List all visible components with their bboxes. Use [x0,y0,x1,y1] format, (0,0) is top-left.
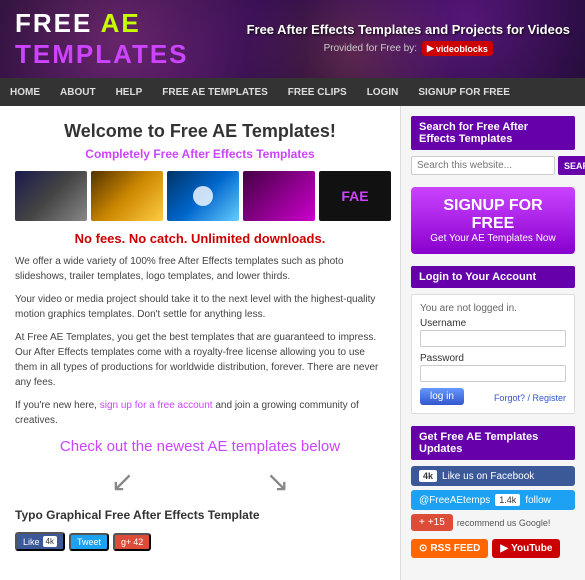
logo-free-ae: FREE AE [15,8,189,39]
register-link[interactable]: Register [532,393,566,403]
rss-button[interactable]: ⊙ RSS FEED [411,539,488,558]
gplus-plus-icon: + [419,517,425,528]
username-input[interactable] [420,330,566,347]
check-newest-link[interactable]: AE templates [208,438,297,455]
nav-free-ae-templates[interactable]: FREE AE TEMPLATES [152,78,278,106]
body-text-2: Your video or media project should take … [15,292,385,322]
nav-home[interactable]: HOME [0,78,50,106]
username-label: Username [420,318,566,329]
password-label: Password [420,353,566,364]
login-form: You are not logged in. Username Password… [411,294,575,414]
login-section: Login to Your Account You are not logged… [411,266,575,414]
gplus-count: 42 [133,537,143,547]
check-newest-suffix: below [301,438,340,455]
site-header: FREE AE TEMPLATES Free After Effects Tem… [0,0,585,78]
provided-label: Provided for Free by: [324,43,417,54]
login-section-title: Login to Your Account [411,266,575,288]
tweet-label: Tweet [77,537,101,547]
nav-free-clips[interactable]: FREE CLIPS [278,78,357,106]
check-newest-text: Check out the newest AE templates below [15,438,385,455]
signup-big-subtitle: Get Your AE Templates Now [421,233,565,244]
search-input[interactable] [411,156,555,175]
header-provided: Provided for Free by: ▶ videoblocks [247,41,570,56]
gplus-row: + +15 recommend us Google! [411,514,575,531]
forgot-link[interactable]: Forgot? [494,393,525,403]
arrow-right-icon: ↘ [266,465,289,498]
site-logo: FREE AE TEMPLATES [15,8,189,70]
body-text-4: If you're new here, sign up for a free a… [15,398,385,428]
fb-follow-text: Like us on Facebook [442,471,534,482]
updates-section-title: Get Free AE Templates Updates [411,426,575,460]
nav-signup-for-free[interactable]: SIGNUP FOR FREE [408,78,520,106]
logo-free-word: FREE [15,8,92,38]
logo-ae-word: AE [101,8,141,38]
yt-icon: ▶ [500,543,508,554]
signup-link[interactable]: sign up for a free account [100,400,213,411]
main-nav: HOME ABOUT HELP FREE AE TEMPLATES FREE C… [0,78,585,106]
free-subtitle: Completely Free After Effects Templates [15,147,385,161]
welcome-title: Welcome to Free AE Templates! [15,121,385,142]
body-text-3: At Free AE Templates, you get the best t… [15,330,385,390]
twitter-follow-button[interactable]: @FreeAEtemps 1.4k follow [411,490,575,510]
nav-login[interactable]: LOGIN [357,78,409,106]
thumbnails-row: FAE [15,171,385,221]
fb-like-button[interactable]: Like 4k [15,532,65,551]
signup-big-section: SIGNUP FOR FREE Get Your AE Templates No… [411,187,575,254]
section-title: Typo Graphical Free After Effects Templa… [15,508,385,522]
fb-like-count: 4k [43,536,57,547]
main-content-area: Welcome to Free AE Templates! Completely… [0,106,585,580]
fb-follow-count: 4k [419,470,437,482]
gplus-button[interactable]: g+ 42 [113,533,151,551]
password-input[interactable] [420,365,566,382]
search-box: SEARCH [411,156,575,175]
tw-follow-count: 1.4k [495,494,520,506]
thumbnail-3 [167,171,239,221]
header-tagline: Free After Effects Templates and Project… [247,22,570,37]
tw-handle: @FreeAEtemps [419,495,490,506]
tweet-button[interactable]: Tweet [69,533,109,551]
login-button[interactable]: log in [420,388,464,405]
thumbnail-4 [243,171,315,221]
nav-about[interactable]: ABOUT [50,78,106,106]
body-text-1: We offer a wide variety of 100% free Aft… [15,254,385,284]
header-right: Free After Effects Templates and Project… [247,22,570,56]
thumbnail-fae: FAE [319,171,391,221]
login-extra-links: Forgot? / Register [494,393,566,403]
updates-section: Get Free AE Templates Updates 4k Like us… [411,426,575,558]
tw-follow-label: follow [525,495,551,506]
check-newest-prefix: Check out the newest [60,438,204,455]
gplus-recommend-text: recommend us Google! [457,518,551,528]
nav-help[interactable]: HELP [106,78,153,106]
logo-templates-word: TEMPLATES [15,39,189,70]
no-fees-text: No fees. No catch. Unlimited downloads. [15,231,385,246]
rss-label: RSS FEED [430,543,480,554]
vb-label: videoblocks [436,44,488,54]
thumbnail-2 [91,171,163,221]
sidebar: Search for Free After Effects Templates … [400,106,585,580]
arrow-left-icon: ↙ [111,465,134,498]
gplus-follow-button[interactable]: + +15 [411,514,453,531]
fb-like-label: Like [23,537,40,547]
gplus-sub-count: +15 [428,517,445,528]
gplus-label: g+ [121,537,131,547]
login-not-logged: You are not logged in. [420,303,566,314]
signup-big-button[interactable]: SIGNUP FOR FREE Get Your AE Templates No… [411,187,575,254]
yt-label: YouTube [511,543,552,554]
youtube-button[interactable]: ▶ YouTube [492,539,560,558]
page-wrapper: FREE AE TEMPLATES Free After Effects Tem… [0,0,585,580]
rss-icon: ⊙ [419,543,427,554]
vb-icon: ▶ [427,43,434,54]
fb-follow-button[interactable]: 4k Like us on Facebook [411,466,575,486]
arrows-container: ↙ ↘ [15,465,385,498]
rss-yt-row: ⊙ RSS FEED ▶ YouTube [411,539,575,558]
videoblocks-badge: ▶ videoblocks [422,41,493,56]
search-section-title: Search for Free After Effects Templates [411,116,575,150]
thumbnail-1 [15,171,87,221]
main-content: Welcome to Free AE Templates! Completely… [0,106,400,580]
search-button[interactable]: SEARCH [558,156,585,175]
search-section: Search for Free After Effects Templates … [411,116,575,175]
signup-big-title: SIGNUP FOR FREE [421,197,565,233]
social-follow-buttons: 4k Like us on Facebook @FreeAEtemps 1.4k… [411,466,575,558]
social-bar: Like 4k Tweet g+ 42 [15,532,385,551]
